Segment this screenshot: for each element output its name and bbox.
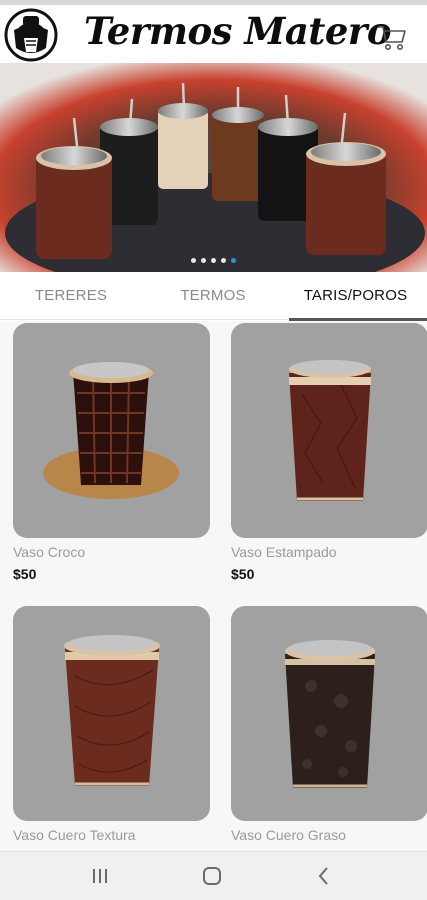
product-name: Vaso Croco (13, 544, 86, 560)
app-title: Termos Matero (84, 9, 392, 53)
carousel-dot[interactable] (211, 258, 216, 263)
recent-apps-icon[interactable] (88, 864, 112, 888)
tab-tereres[interactable]: TERERES (0, 272, 142, 320)
banner-image (0, 63, 427, 272)
mate-gourd-logo (4, 8, 58, 62)
tab-taris-poros[interactable]: TARIS/POROS (284, 272, 427, 320)
cart-icon[interactable] (376, 21, 408, 53)
product-card[interactable]: Vaso Croco $50 (13, 323, 210, 582)
home-icon[interactable] (200, 864, 224, 888)
carousel-dot[interactable] (191, 258, 196, 263)
carousel-dot[interactable] (201, 258, 206, 263)
banner-carousel[interactable] (0, 63, 427, 272)
product-card[interactable]: Vaso Cuero Graso (231, 606, 427, 849)
product-image (13, 606, 210, 821)
product-image (231, 323, 427, 538)
back-icon[interactable] (312, 864, 336, 888)
system-navigation-bar (0, 851, 427, 900)
product-name: Vaso Cuero Graso (231, 827, 346, 843)
product-image (13, 323, 210, 538)
product-card[interactable]: Vaso Estampado $50 (231, 323, 427, 582)
product-name: Vaso Cuero Textura (13, 827, 136, 843)
carousel-indicator (0, 258, 427, 263)
product-price: $50 (13, 566, 37, 582)
carousel-dot[interactable] (231, 258, 236, 263)
app-header: Termos Matero (0, 5, 427, 63)
product-grid: Vaso Croco $50 Vaso Estampado $50 Vaso C… (0, 321, 427, 851)
carousel-dot[interactable] (221, 258, 226, 263)
product-name: Vaso Estampado (231, 544, 337, 560)
category-tabs: TERERES TERMOS TARIS/POROS (0, 272, 427, 320)
product-price: $50 (231, 566, 255, 582)
product-image (231, 606, 427, 821)
tab-termos[interactable]: TERMOS (142, 272, 284, 320)
product-card[interactable]: Vaso Cuero Textura (13, 606, 210, 849)
